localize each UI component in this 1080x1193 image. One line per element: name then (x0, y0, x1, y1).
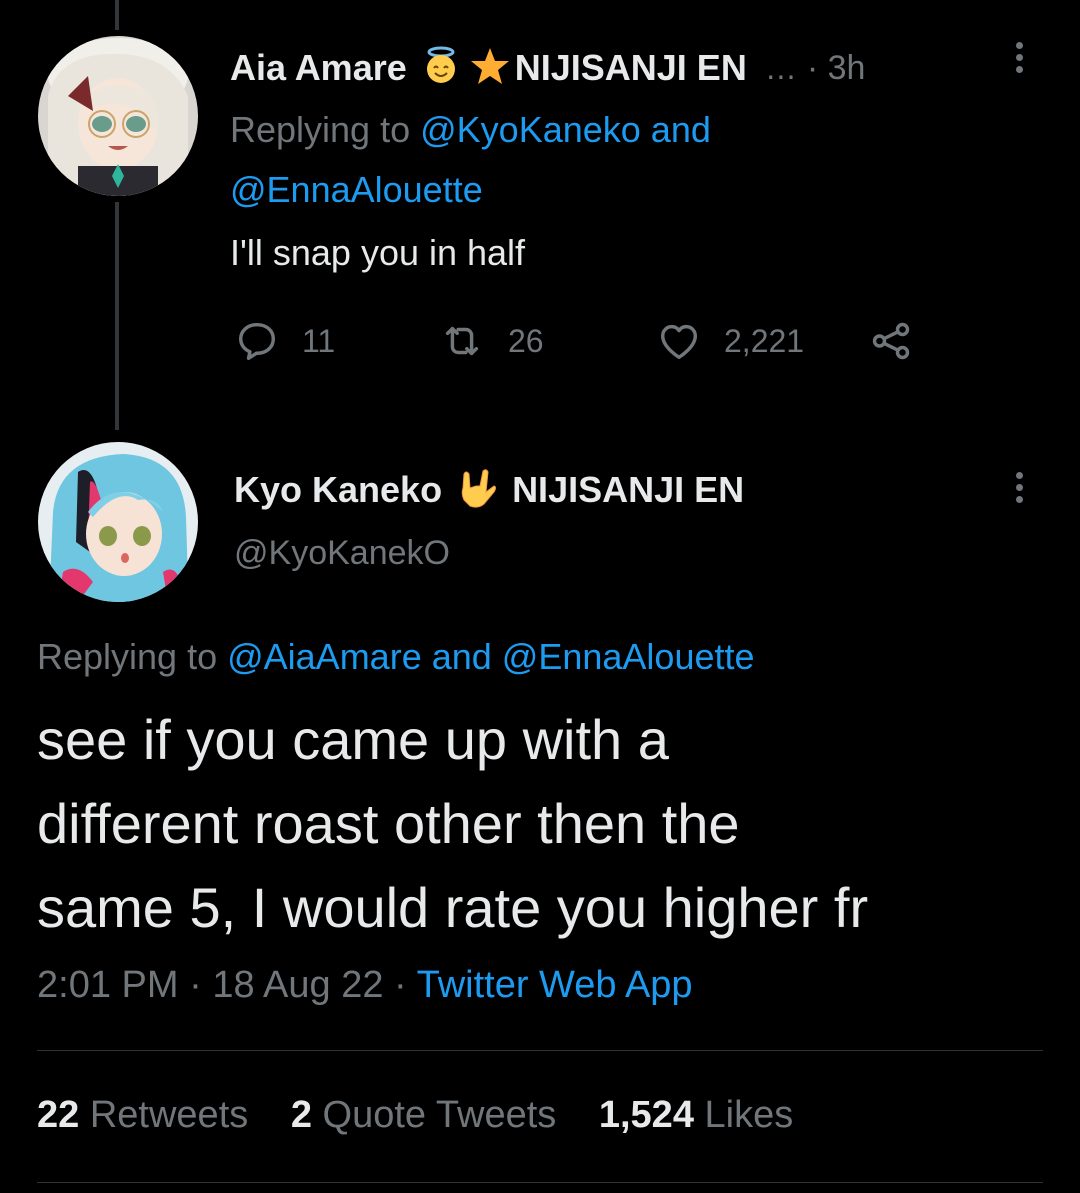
retweets-stat[interactable]: 22 Retweets (37, 1094, 248, 1136)
reply-tweet-text: I'll snap you in half (230, 232, 526, 273)
avatar-kyo-kaneko[interactable] (38, 442, 198, 602)
mention-aiaamare[interactable]: @AiaAmare (227, 636, 422, 677)
divider-bottom (37, 1182, 1043, 1183)
avatar-aia-amare[interactable] (38, 36, 198, 196)
reply-author-affiliation: NIJISANJI EN (514, 47, 747, 88)
main-replying-to: Replying to @AiaAmare and @EnnaAlouette (37, 636, 755, 677)
main-author-name[interactable]: Kyo Kaneko (234, 469, 442, 511)
comment-icon (238, 322, 276, 360)
tweet-date[interactable]: 18 Aug 22 (212, 964, 383, 1006)
reply-author-name[interactable]: Aia Amare (230, 47, 407, 89)
tweet-time[interactable]: 2:01 PM (37, 964, 179, 1006)
thread-line-top (115, 0, 119, 30)
share-icon (872, 322, 910, 360)
mention-ennaalouette-main[interactable]: @EnnaAlouette (502, 636, 755, 677)
reply-time[interactable]: · 3h (807, 49, 866, 88)
angel-emoji-icon (421, 46, 461, 91)
more-options-icon[interactable] (1016, 42, 1024, 78)
reply-author-row: Aia Amare NIJISANJI EN … · 3h (230, 44, 865, 92)
likes-stat[interactable]: 1,524 Likes (599, 1094, 793, 1136)
retweet-count: 26 (508, 322, 544, 359)
mention-ennaalouette[interactable]: @EnnaAlouette (230, 169, 483, 210)
retweet-action[interactable]: 26 (438, 318, 544, 364)
main-author-handle[interactable]: @KyoKanekO (234, 534, 450, 573)
name-truncation: … (764, 49, 797, 86)
thread-line (115, 202, 119, 430)
reply-action[interactable]: 11 (234, 318, 335, 364)
star-emoji-icon (469, 46, 511, 91)
divider (37, 1050, 1043, 1051)
reply-replying-to: Replying to @KyoKaneko and @EnnaAlouette (230, 109, 711, 210)
quote-tweets-stat[interactable]: 2 Quote Tweets (291, 1094, 556, 1136)
mention-kyokaneko[interactable]: @KyoKaneko (420, 109, 641, 150)
main-author-affiliation: NIJISANJI EN (512, 469, 745, 510)
more-options-icon-main[interactable] (1016, 472, 1024, 508)
rock-hand-emoji-icon (454, 466, 498, 515)
main-tweet-text: see if you came up with a different roas… (37, 708, 869, 939)
heart-icon (660, 324, 698, 360)
share-action[interactable] (866, 318, 916, 364)
like-action[interactable]: 2,221 (656, 318, 804, 364)
retweet-icon (445, 326, 479, 356)
tweet-source[interactable]: Twitter Web App (417, 964, 693, 1006)
main-author-row: Kyo Kaneko NIJISANJI EN (234, 466, 744, 514)
tweet-stats: 22 Retweets 2 Quote Tweets 1,524 Likes (37, 1094, 793, 1137)
like-count: 2,221 (724, 322, 805, 359)
reply-count: 11 (302, 322, 336, 359)
tweet-meta: 2:01 PM · 18 Aug 22 · Twitter Web App (37, 964, 693, 1006)
